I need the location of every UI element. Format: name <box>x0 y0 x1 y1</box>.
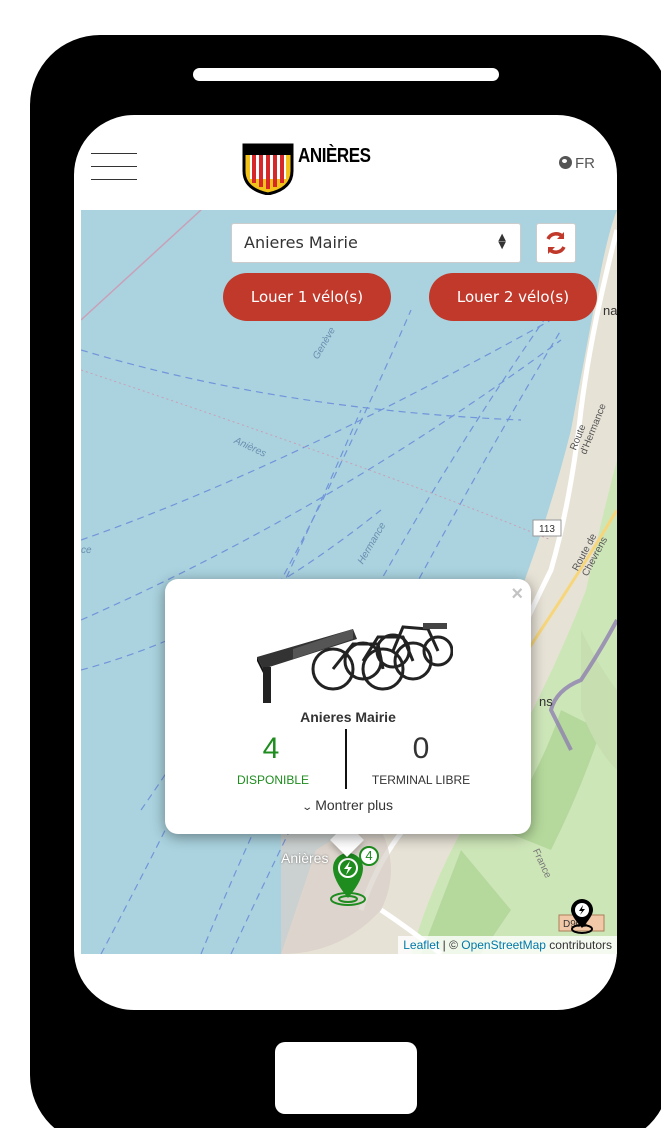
rent-1-bike-button[interactable]: Louer 1 vélo(s) <box>223 273 391 321</box>
language-selector[interactable]: FR <box>559 155 595 172</box>
map-label-na: na <box>603 303 617 318</box>
app-screen: ANIÈRES FR 113 D905 Anières Hermance Gen… <box>74 115 617 1010</box>
available-count: 4 <box>262 732 280 765</box>
show-more-label: Montrer plus <box>315 797 394 813</box>
free-terminals-count: 0 <box>412 732 430 765</box>
station-popup: × Anieres Mairie 4 DISPONIBLE 0 TERMINAL… <box>165 579 531 834</box>
map-label-ns: ns <box>539 694 553 709</box>
language-label: FR <box>575 155 595 172</box>
station-marker-2[interactable] <box>567 898 597 934</box>
map-label-anieres-town: Anières <box>281 850 329 866</box>
close-icon[interactable]: × <box>511 583 523 606</box>
attribution-separator: | © <box>439 938 462 952</box>
coat-of-arms-icon <box>242 143 294 195</box>
marker-count-badge: 4 <box>359 846 379 866</box>
attribution-contributors: contributors <box>545 938 612 952</box>
osm-link[interactable]: OpenStreetMap <box>461 938 546 952</box>
logo: ANIÈRES <box>242 143 382 195</box>
bike-station-pin-icon <box>571 899 593 934</box>
map[interactable]: 113 D905 Anières Hermance Genève Route d… <box>81 210 617 954</box>
station-select[interactable]: Anieres Mairie ▲ ▼ <box>231 223 521 263</box>
free-terminals-label: TERMINAL LIBRE <box>371 773 471 787</box>
logo-text: ANIÈRES <box>298 145 371 167</box>
leaflet-link[interactable]: Leaflet <box>403 938 439 952</box>
map-attribution: Leaflet | © OpenStreetMap contributors <box>398 936 617 954</box>
phone-speaker <box>193 68 499 81</box>
rent-2-bikes-button[interactable]: Louer 2 vélo(s) <box>429 273 597 321</box>
refresh-icon <box>546 232 566 254</box>
globe-icon <box>559 156 572 169</box>
station-name: Anieres Mairie <box>300 709 396 725</box>
station-select-value: Anieres Mairie <box>244 233 358 252</box>
refresh-button[interactable] <box>536 223 576 263</box>
road-113-label: 113 <box>539 524 555 535</box>
hamburger-icon[interactable] <box>91 153 137 180</box>
station-marker[interactable]: 4 <box>329 846 379 906</box>
chevron-down-icon: ⌄ <box>301 802 314 813</box>
map-label-ce: ce <box>81 545 92 556</box>
phone-home-button[interactable] <box>275 1042 417 1114</box>
bike-station-image <box>257 623 453 703</box>
select-arrows-icon: ▲ ▼ <box>498 232 506 251</box>
available-label: DISPONIBLE <box>236 773 310 787</box>
show-more-button[interactable]: ⌄ Montrer plus <box>165 797 531 813</box>
